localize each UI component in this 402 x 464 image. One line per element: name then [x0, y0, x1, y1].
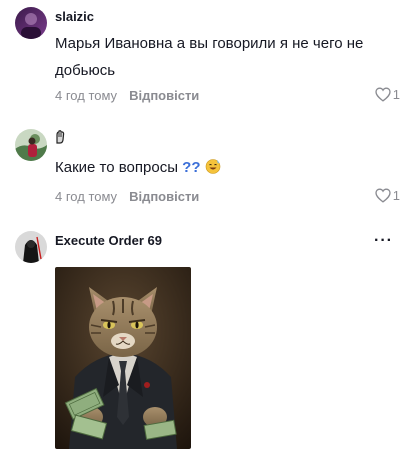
- cat-in-suit-sticker: [55, 267, 191, 449]
- purple-avatar-icon: [15, 7, 47, 39]
- more-options-button[interactable]: ···: [374, 232, 393, 250]
- heart-icon: [375, 188, 391, 203]
- hand-emoji-icon: [56, 130, 65, 144]
- reply-button[interactable]: Відповісти: [129, 189, 199, 204]
- heart-icon: [375, 87, 391, 102]
- comment-sticker[interactable]: [55, 267, 191, 449]
- comment-text-body: Какие то вопросы: [55, 159, 178, 176]
- user-avatar[interactable]: [15, 231, 47, 263]
- user-avatar[interactable]: [15, 129, 47, 161]
- comment-username[interactable]: [55, 130, 65, 147]
- sweat-smile-emoji-icon: [205, 159, 220, 174]
- double-question-emoji: ??: [182, 159, 201, 176]
- comment-username[interactable]: slaizic: [55, 9, 94, 24]
- like-button[interactable]: 1: [375, 87, 400, 102]
- like-count: 1: [392, 87, 400, 102]
- reply-button[interactable]: Відповісти: [129, 88, 199, 103]
- comment-username[interactable]: Execute Order 69: [55, 233, 162, 248]
- comment-meta: 4 год тому Відповісти: [55, 189, 199, 204]
- like-count: 1: [392, 188, 400, 203]
- dark-avatar-icon: [15, 231, 47, 263]
- comment-text: Марья Ивановна а вы говорили я не чего н…: [55, 35, 364, 79]
- comment-meta: 4 год тому Відповісти: [55, 88, 199, 103]
- user-avatar[interactable]: [15, 7, 47, 39]
- comment-time: 4 год тому: [55, 189, 118, 204]
- comment-time: 4 год тому: [55, 88, 118, 103]
- like-button[interactable]: 1: [375, 188, 400, 203]
- green-avatar-icon: [15, 129, 47, 161]
- comment-text: Какие то вопросы ??: [55, 154, 375, 181]
